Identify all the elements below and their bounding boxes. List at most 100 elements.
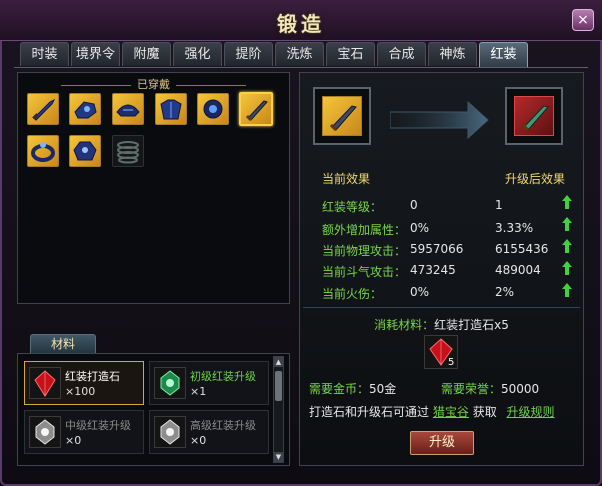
honor-required: 需要荣誉：50000 (441, 380, 539, 397)
stat-after: 3.33% (495, 221, 534, 235)
hint-suffix: 获取 (472, 405, 497, 419)
after-effect-label: 升级后效果 (505, 172, 566, 186)
upgrade-rules-link[interactable]: 升级规则 (507, 405, 555, 419)
equip-slot-blade-selected[interactable] (239, 92, 273, 126)
amulet-icon (203, 99, 223, 119)
consume-label: 消耗材料： (374, 318, 435, 332)
upgrade-button[interactable]: 升级 (410, 431, 474, 455)
stat-after: 1 (495, 198, 503, 212)
divider (61, 84, 131, 86)
equipped-header: 已穿戴 (18, 76, 289, 92)
stat-after: 6155436 (495, 242, 549, 256)
window-title: 锻造 (277, 12, 325, 36)
stat-key: 当前火伤： (322, 287, 383, 301)
source-hint: 打造石和升级石可通过 猎宝谷 获取 升级规则 (309, 403, 555, 420)
material-count: ×0 (65, 434, 82, 447)
divider (303, 307, 580, 308)
stat-after: 489004 (495, 263, 541, 277)
upgraded-item-slot[interactable] (505, 87, 563, 145)
consume-item: 红装打造石x5 (434, 318, 509, 332)
blade-icon (322, 96, 362, 136)
tab-advance[interactable]: 提阶 (224, 42, 273, 66)
equip-slot-gauntlet[interactable] (69, 93, 101, 125)
divider (176, 84, 246, 86)
material-count: ×0 (190, 434, 207, 447)
material-intermediate-upgrade[interactable]: 中级红装升级 ×0 (24, 410, 144, 454)
scroll-down-icon[interactable]: ▼ (274, 452, 283, 462)
stat-after: 2% (495, 285, 515, 299)
scroll-up-icon[interactable]: ▲ (274, 357, 283, 367)
red-gem-icon (29, 367, 61, 399)
stat-current: 0% (410, 221, 430, 235)
equip-slot-ring[interactable] (27, 135, 59, 167)
tab-bar: 时装 境界令 附魔 强化 提阶 洗炼 宝石 合成 神炼 红装 (20, 42, 528, 68)
equip-slot-helmet[interactable] (112, 93, 144, 125)
equip-slot-amulet[interactable] (197, 93, 229, 125)
stat-current: 473245 (410, 263, 456, 277)
blade-icon (245, 100, 268, 122)
green-gem-icon (154, 367, 186, 399)
tab-divine-refine[interactable]: 神炼 (428, 42, 477, 66)
tab-combine[interactable]: 合成 (377, 42, 426, 66)
tab-fashion[interactable]: 时装 (20, 42, 69, 66)
materials-tab[interactable]: 材料 (30, 334, 96, 354)
equip-slot-armor[interactable] (155, 93, 187, 125)
increase-arrow-icon (562, 239, 572, 253)
stat-current: 0% (410, 285, 430, 299)
sword-icon (32, 98, 56, 121)
title-bar: 锻造 × (0, 0, 602, 41)
honor-label: 需要荣誉： (441, 382, 502, 396)
stat-current: 0 (410, 198, 418, 212)
boots-icon (117, 141, 139, 164)
tab-divider (14, 67, 588, 68)
material-name: 高级红装升级 (190, 419, 256, 432)
scroll-thumb[interactable] (275, 371, 282, 401)
material-name: 中级红装升级 (65, 419, 131, 432)
equip-slot-boots[interactable] (112, 135, 144, 167)
increase-arrow-icon (562, 195, 572, 209)
current-effect-label: 当前效果 (322, 172, 371, 186)
consume-row: 消耗材料：红装打造石x5 (299, 316, 584, 333)
helmet-icon (116, 104, 140, 117)
increase-arrow-icon (562, 217, 572, 231)
honor-value: 50000 (501, 382, 540, 396)
red-blade-icon (514, 96, 554, 136)
material-basic-upgrade[interactable]: 初级红装升级 ×1 (149, 361, 269, 405)
hint-prefix: 打造石和升级石可通过 (309, 405, 430, 419)
materials-scrollbar[interactable]: ▲ ▼ (273, 356, 284, 463)
tab-enchant[interactable]: 附魔 (122, 42, 171, 66)
gold-required: 需要金币：50金 (309, 380, 396, 397)
material-name: 初级红装升级 (190, 370, 256, 383)
equip-slot-sword[interactable] (27, 93, 59, 125)
tab-realm-token[interactable]: 境界令 (71, 42, 120, 66)
tab-gem[interactable]: 宝石 (326, 42, 375, 66)
upgrade-arrow-icon (390, 100, 489, 140)
equip-slot-shoulder[interactable] (69, 135, 101, 167)
hunting-valley-link[interactable]: 猎宝谷 (433, 405, 469, 419)
ring-icon (31, 142, 55, 162)
tab-refine[interactable]: 洗炼 (275, 42, 324, 66)
white-gem-icon (154, 416, 186, 448)
increase-arrow-icon (562, 261, 572, 275)
gold-label: 需要金币： (309, 382, 370, 396)
material-name: 红装打造石 (65, 370, 120, 383)
stat-key: 当前斗气攻击： (322, 265, 407, 279)
stat-current: 5957066 (410, 242, 464, 256)
armor-icon (160, 99, 182, 120)
shoulder-icon (73, 141, 97, 161)
tab-enhance[interactable]: 强化 (173, 42, 222, 66)
material-count: ×1 (190, 385, 207, 398)
equipped-title: 已穿戴 (137, 78, 170, 91)
stat-key: 当前物理攻击： (322, 244, 407, 258)
gold-value: 50金 (369, 382, 397, 396)
consume-count: 5 (448, 357, 455, 368)
tab-red-equip[interactable]: 红装 (479, 42, 528, 68)
material-red-forge-stone[interactable]: 红装打造石 ×100 (24, 361, 144, 405)
increase-arrow-icon (562, 283, 572, 297)
stat-key: 红装等级： (322, 200, 383, 214)
current-item-slot[interactable] (313, 87, 371, 145)
close-button[interactable]: × (572, 9, 594, 31)
material-advanced-upgrade[interactable]: 高级红装升级 ×0 (149, 410, 269, 454)
material-count: ×100 (65, 385, 96, 398)
stat-key: 额外增加属性： (322, 223, 407, 237)
